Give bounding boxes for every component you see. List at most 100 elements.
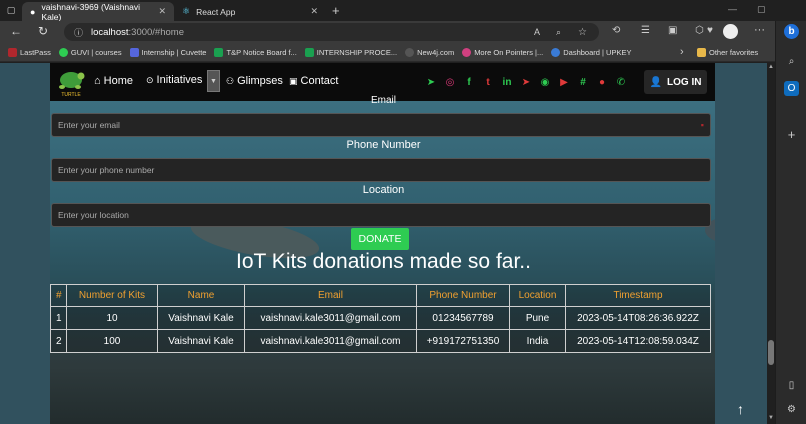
pointers-icon xyxy=(462,47,472,57)
heart-icon[interactable]: ♥ xyxy=(707,25,713,36)
initiatives-icon: ⊙ xyxy=(146,74,154,85)
table-cell: 2023-05-14T12:08:59.034Z xyxy=(565,329,711,353)
nav-initiatives[interactable]: ⊙ Initiatives xyxy=(146,74,202,86)
instagram-icon[interactable]: ◎ xyxy=(443,75,457,89)
upkey-icon xyxy=(551,47,561,57)
table-cell: vaishnavi.kale3011@gmail.com xyxy=(244,329,417,353)
table-cell: 2023-05-14T08:26:36.922Z xyxy=(565,306,711,330)
table-cell: 100 xyxy=(66,329,158,353)
outlook-icon[interactable]: O xyxy=(784,81,799,96)
favorite-star-icon[interactable]: ☆ xyxy=(578,27,587,38)
home-icon: ⌂ xyxy=(94,75,101,87)
nav-contact[interactable]: ▣ Contact xyxy=(289,75,338,87)
send-icon[interactable]: ➤ xyxy=(519,75,533,89)
table-cell: vaishnavi.kale3011@gmail.com xyxy=(244,306,417,330)
facebook-icon[interactable]: f xyxy=(462,75,476,89)
donate-button[interactable]: DONATE xyxy=(351,228,409,250)
internship-icon xyxy=(304,47,314,57)
scroll-to-top-icon[interactable]: ↑ xyxy=(737,401,744,417)
table-cell: Vaishnavi Kale xyxy=(157,306,245,330)
favorite-guvi[interactable]: GUVI | courses xyxy=(58,47,122,57)
tab-title: vaishnavi-3969 (Vaishnavi Kale) xyxy=(41,1,141,22)
react-icon: ⚛ xyxy=(182,6,191,16)
favorite-upkey[interactable]: Dashboard | UPKEY xyxy=(551,47,631,57)
url-host: localhost xyxy=(91,26,129,38)
discord-icon[interactable]: ◉ xyxy=(538,75,552,89)
close-tab-icon[interactable]: ✕ xyxy=(158,6,166,17)
tab-github[interactable]: ● vaishnavi-3969 (Vaishnavi Kale) ✕ xyxy=(22,1,174,22)
location-label: Location xyxy=(362,184,405,196)
scrollbar-thumb[interactable] xyxy=(768,340,774,365)
read-aloud-icon[interactable]: A xyxy=(534,27,540,37)
password-manager-icon[interactable]: ▪ xyxy=(701,120,704,130)
telegram-icon[interactable]: ➤ xyxy=(424,75,438,89)
url-field[interactable]: ⓘ localhost :3000/#home A ⌕ ☆ xyxy=(64,23,599,41)
column-header: Timestamp xyxy=(565,284,711,307)
close-tab-icon[interactable]: ✕ xyxy=(310,6,318,17)
youtube-icon[interactable]: ▶ xyxy=(557,75,571,89)
favorite-tnp[interactable]: T&P Notice Board f... xyxy=(214,47,297,57)
favorites-more-icon[interactable]: › xyxy=(680,46,684,58)
add-icon[interactable]: + xyxy=(784,127,799,142)
hide-sidebar-icon[interactable]: ▯ xyxy=(784,378,799,393)
table-cell: 10 xyxy=(66,306,158,330)
search-icon[interactable]: ⌕ xyxy=(784,54,799,69)
twitter-icon[interactable]: t xyxy=(481,75,495,89)
minimize-icon[interactable]: — xyxy=(728,4,737,14)
more-menu-icon[interactable]: ··· xyxy=(754,24,765,36)
shield-icon[interactable]: ⬡ xyxy=(695,25,704,36)
column-header: Name xyxy=(157,284,245,307)
github-icon[interactable]: ● xyxy=(595,75,609,89)
edge-sidebar: b ⌕ O + ▯ ⚙ xyxy=(775,21,806,424)
location-field[interactable]: Enter your location xyxy=(51,203,711,227)
settings-icon[interactable]: ⚙ xyxy=(784,402,799,417)
maximize-icon[interactable]: ▢ xyxy=(757,4,766,15)
tab-actions-icon[interactable]: ▢ xyxy=(0,5,22,16)
split-screen-icon[interactable]: ☰ xyxy=(641,25,650,36)
page-scrollbar[interactable]: ▲ ▼ xyxy=(767,63,775,424)
nav-glimpses[interactable]: ⚇ Glimpses xyxy=(226,75,283,87)
table-cell: +919172751350 xyxy=(416,329,510,353)
other-favorites[interactable]: Other favorites xyxy=(697,47,758,57)
linkedin-icon[interactable]: in xyxy=(500,75,514,89)
favorite-pointers[interactable]: More On Pointers |... xyxy=(462,47,543,57)
new-tab-button[interactable]: + xyxy=(332,3,340,18)
tnp-icon xyxy=(214,47,224,57)
refresh-icon[interactable]: ↻ xyxy=(38,24,48,38)
bing-icon[interactable]: b xyxy=(784,24,799,39)
social-links: ➤ ◎ f t in ➤ ◉ ▶ # ● ✆ xyxy=(424,75,628,89)
favorite-cuvette[interactable]: Internship | Cuvette xyxy=(129,47,206,57)
favorite-internship[interactable]: INTERNSHIP PROCE... xyxy=(304,47,397,57)
table-header-row: # Number of Kits Name Email Phone Number… xyxy=(50,284,711,307)
folder-icon xyxy=(697,47,706,57)
donations-heading: IoT Kits donations made so far.. xyxy=(236,250,531,273)
login-button[interactable]: 👤 LOG IN xyxy=(644,70,707,94)
favorite-new4j[interactable]: New4j.com xyxy=(405,47,454,57)
zoom-icon[interactable]: ⌕ xyxy=(556,27,561,38)
table-cell: 2 xyxy=(50,329,67,353)
slack-icon[interactable]: # xyxy=(576,75,590,89)
turtle-logo-icon[interactable]: TURTLE xyxy=(56,66,86,98)
tab-react-app[interactable]: ⚛ React App ✕ xyxy=(174,2,326,21)
initiatives-dropdown-toggle[interactable]: ▼ xyxy=(207,70,220,92)
table-cell: 01234567789 xyxy=(416,306,510,330)
guvi-icon xyxy=(58,47,68,57)
column-header: Phone Number xyxy=(416,284,510,307)
phone-field[interactable]: Enter your phone number xyxy=(51,158,711,182)
nav-home[interactable]: ⌂ Home xyxy=(94,75,133,87)
back-icon[interactable]: ← xyxy=(10,24,22,38)
scroll-up-icon[interactable]: ▲ xyxy=(768,64,774,70)
favorite-lastpass[interactable]: LastPass xyxy=(8,47,51,57)
phone-icon[interactable]: ✆ xyxy=(614,75,628,89)
scroll-down-icon[interactable]: ▼ xyxy=(768,415,774,421)
extensions-icon[interactable]: ⟲ xyxy=(612,25,620,36)
page-viewport: TURTLE ⌂ Home ⊙ Initiatives ▼ ⚇ Glimpses… xyxy=(0,63,767,424)
email-field[interactable]: Enter your email ▪ xyxy=(51,113,711,137)
user-icon: 👤 xyxy=(649,76,662,88)
column-header: Email xyxy=(244,284,417,307)
cuvette-icon xyxy=(129,47,139,57)
collections-icon[interactable]: ▣ xyxy=(668,25,677,36)
info-icon: ⓘ xyxy=(74,27,84,38)
profile-avatar[interactable] xyxy=(723,24,738,39)
donations-table: # Number of Kits Name Email Phone Number… xyxy=(50,284,711,353)
